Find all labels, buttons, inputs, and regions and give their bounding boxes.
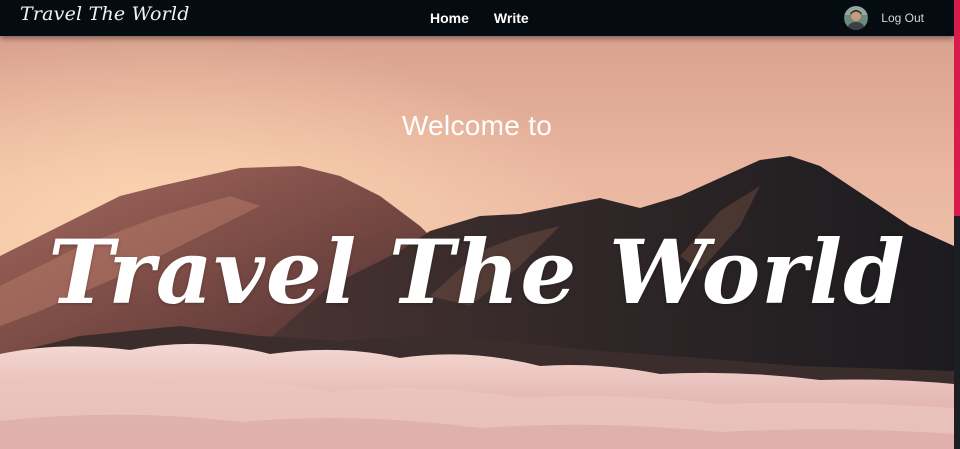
user-area: Log Out (844, 0, 924, 36)
nav-write-link[interactable]: Write (494, 10, 529, 26)
hero-section: Welcome to Travel The World (0, 36, 954, 449)
nav-home-link[interactable]: Home (430, 10, 469, 26)
nav-links: Home Write (430, 0, 529, 36)
hero-title: Travel The World (48, 220, 906, 324)
logout-link[interactable]: Log Out (881, 11, 924, 25)
avatar-image (844, 6, 869, 30)
navbar: Travel The World Home Write Log Out (0, 0, 954, 36)
welcome-text: Welcome to (401, 110, 553, 141)
brand-logo[interactable]: Travel The World (20, 3, 190, 25)
scrollbar-thumb[interactable] (954, 0, 960, 216)
scrollbar[interactable] (954, 0, 960, 449)
avatar[interactable] (844, 6, 869, 30)
